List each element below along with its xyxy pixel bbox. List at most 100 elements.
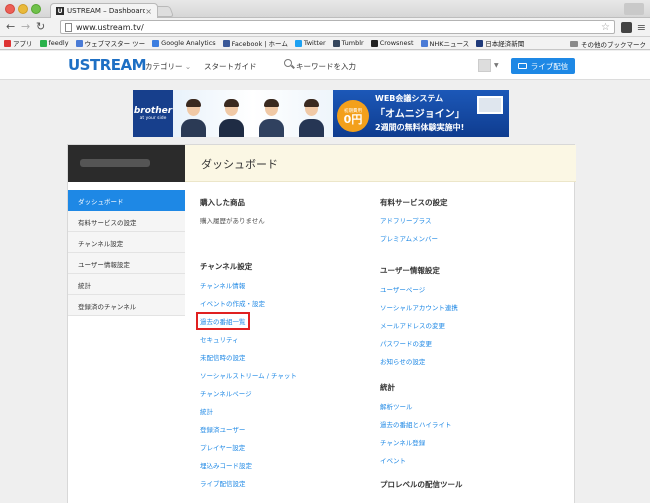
bookmark-label: NHKニュース — [429, 40, 470, 48]
browser-tab[interactable]: U USTREAM – Dashboard × — [50, 3, 158, 18]
nav-category-label: カテゴリー — [145, 62, 183, 71]
back-arrow-icon[interactable]: ← — [6, 21, 15, 33]
link-event-create[interactable]: イベントの作成・設定 — [200, 298, 370, 316]
link-notification-settings[interactable]: お知らせの設定 — [380, 356, 550, 374]
link-registered-users[interactable]: 登録済ユーザー — [200, 424, 370, 442]
sidebar-item-channel-settings[interactable]: チャンネル設定 — [68, 232, 185, 253]
user-avatar[interactable] — [478, 59, 491, 72]
extension-icon[interactable] — [621, 22, 632, 33]
url-text: www.ustream.tv/ — [76, 22, 144, 32]
price-badge: 初期費用 0円 — [337, 100, 369, 132]
bookmark-label: Crowsnest — [379, 39, 414, 47]
sidebar-header — [68, 145, 185, 182]
tumblr-icon — [332, 39, 340, 47]
camera-icon — [517, 63, 527, 69]
live-broadcast-button[interactable]: ライブ配信 — [511, 58, 575, 74]
bookmark-item[interactable]: 日本経済新聞 — [476, 38, 524, 48]
profile-chip[interactable] — [624, 3, 644, 15]
link-past-programs[interactable]: 過去の番組一覧 — [196, 312, 370, 334]
sidebar-nav: ダッシュボード 有料サービスの設定 チャンネル設定 ユーザー情報設定 統計 登録… — [68, 190, 185, 316]
reload-icon[interactable]: ↻ — [36, 21, 45, 33]
section-heading: チャンネル設定 — [200, 262, 253, 271]
sidebar-item-paid-services[interactable]: 有料サービスの設定 — [68, 211, 185, 232]
bookmark-label: Google Analytics — [161, 39, 216, 47]
link-live-settings[interactable]: ライブ配信設定 — [200, 478, 370, 496]
close-window-button[interactable] — [5, 4, 15, 14]
bookmark-label: 日本経済新聞 — [485, 40, 525, 48]
bookmark-item[interactable]: Twitter — [294, 39, 326, 47]
chevron-down-icon[interactable]: ▼ — [494, 62, 499, 69]
link-change-password[interactable]: パスワードの変更 — [380, 338, 550, 356]
ad-banner[interactable]: brother at your side 初期費用 0円 WEB会議システム 「… — [133, 90, 509, 137]
chevron-down-icon: ⌄ — [184, 62, 192, 71]
browser-toolbar: ← → ↻ www.ustream.tv/ ☆ ≡ — [0, 18, 650, 37]
ustream-logo[interactable]: USTREAM — [68, 56, 147, 74]
link-offline-settings[interactable]: 未配信時の設定 — [200, 352, 370, 370]
bookmark-item[interactable]: Tumblr — [332, 39, 364, 47]
section-heading: ユーザー情報設定 — [380, 266, 440, 275]
folder-icon — [570, 41, 578, 47]
brother-logo: brother at your side — [133, 90, 173, 137]
apps-icon — [4, 39, 11, 47]
link-channel-info[interactable]: チャンネル情報 — [200, 280, 370, 298]
link-stats[interactable]: 統計 — [200, 406, 370, 424]
live-button-label: ライブ配信 — [530, 61, 569, 71]
nikkei-icon — [476, 39, 484, 47]
link-analytics-tool[interactable]: 解析ツール — [380, 401, 550, 419]
bookmark-item[interactable]: feedly — [39, 39, 69, 47]
link-security[interactable]: セキュリティ — [200, 334, 370, 352]
hamburger-menu-icon[interactable]: ≡ — [637, 21, 646, 34]
bookmark-item[interactable]: Facebook | ホーム — [222, 38, 288, 48]
sidebar-item-stats[interactable]: 統計 — [68, 274, 185, 295]
link-social-stream[interactable]: ソーシャルストリーム / チャット — [200, 370, 370, 388]
search-input[interactable]: キーワードを入力 — [296, 61, 356, 72]
tab-title: USTREAM – Dashboard — [67, 7, 146, 15]
link-channel-page[interactable]: チャンネルページ — [200, 388, 370, 406]
banner-trial: 2週間の無料体験実施中! — [375, 123, 465, 132]
link-social-accounts[interactable]: ソーシャルアカウント連携 — [380, 302, 550, 320]
forward-arrow-icon[interactable]: → — [21, 21, 30, 33]
link-channel-subscriptions[interactable]: チャンネル登録 — [380, 437, 550, 455]
banner-title: WEB会議システム — [375, 94, 444, 103]
page-header: ダッシュボード — [185, 145, 576, 182]
minimize-window-button[interactable] — [18, 4, 28, 14]
laptop-icon — [477, 96, 503, 114]
bookmark-item[interactable]: アプリ — [4, 38, 33, 48]
nav-start-guide[interactable]: スタートガイド — [204, 61, 257, 72]
tab-close-icon[interactable]: × — [145, 7, 152, 16]
nhk-icon — [420, 39, 428, 47]
other-bookmarks[interactable]: その他のブックマーク — [570, 39, 646, 49]
section-heading: プロレベルの配信ツール — [380, 480, 463, 489]
address-bar[interactable]: www.ustream.tv/ ☆ — [60, 20, 615, 34]
banner-promo: 初期費用 0円 WEB会議システム 「オムニジョイン」 2週間の無料体験実施中! — [333, 90, 509, 137]
sidebar-item-dashboard[interactable]: ダッシュボード — [68, 190, 185, 211]
banner-people-image — [173, 90, 333, 137]
sidebar-item-user-settings[interactable]: ユーザー情報設定 — [68, 253, 185, 274]
link-change-email[interactable]: メールアドレスの変更 — [380, 320, 550, 338]
bookmark-item[interactable]: Google Analytics — [152, 39, 216, 47]
maximize-window-button[interactable] — [31, 4, 41, 14]
link-past-highlights[interactable]: 過去の番組とハイライト — [380, 419, 550, 437]
search-icon-handle — [291, 64, 295, 69]
other-bookmarks-label: その他のブックマーク — [581, 41, 646, 49]
link-adfree-plus[interactable]: アドフリープラス — [380, 215, 550, 233]
bookmark-label: Facebook | ホーム — [231, 40, 288, 48]
section-heading: 購入した商品 — [200, 198, 245, 207]
bookmark-item[interactable]: Crowsnest — [370, 39, 414, 47]
link-player-settings[interactable]: プレイヤー設定 — [200, 442, 370, 460]
bookmark-star-icon[interactable]: ☆ — [601, 22, 610, 33]
sidebar-item-subscribed-channels[interactable]: 登録済のチャンネル — [68, 295, 185, 316]
bookmark-item[interactable]: ウェブマスター ツー — [75, 38, 145, 48]
browser-titlebar: U USTREAM – Dashboard × — [0, 0, 650, 18]
nav-category[interactable]: カテゴリー ⌄ — [145, 61, 191, 72]
bookmark-item[interactable]: NHKニュース — [420, 38, 470, 48]
feedly-icon — [39, 39, 47, 47]
link-premium-member[interactable]: プレミアムメンバー — [380, 233, 550, 251]
link-user-page[interactable]: ユーザーページ — [380, 284, 550, 302]
link-embed-code[interactable]: 埋込みコード設定 — [200, 460, 370, 478]
link-events[interactable]: イベント — [380, 455, 550, 473]
section-heading: 統計 — [380, 383, 395, 392]
empty-purchases-text: 購入履歴がありません — [200, 217, 265, 225]
page-title: ダッシュボード — [201, 158, 278, 171]
bookmarks-bar: アプリ feedly ウェブマスター ツー Google Analytics F… — [0, 37, 650, 50]
